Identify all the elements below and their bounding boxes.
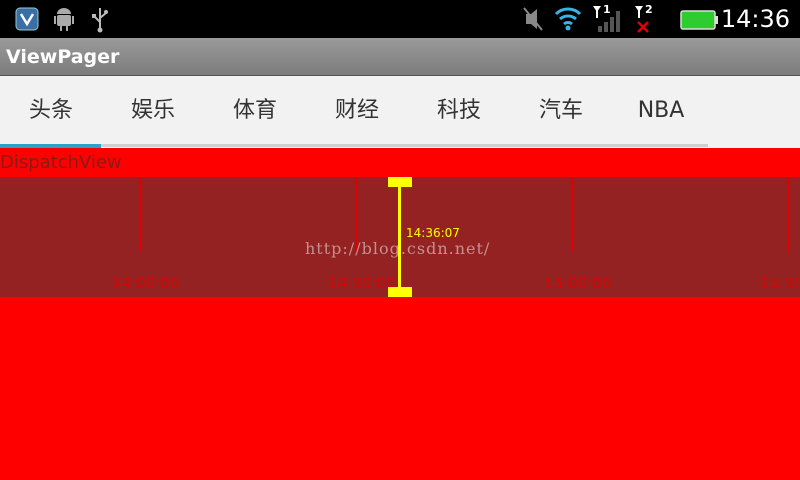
timeline-tick — [139, 177, 141, 252]
timeline-cursor-bottom-handle[interactable] — [388, 287, 412, 297]
tab-tiyu[interactable]: 体育 — [204, 76, 306, 148]
timeline-tick-label: 14:30:00 — [328, 274, 396, 292]
wifi-icon — [554, 7, 582, 31]
battery-icon — [680, 10, 718, 30]
timeline-cursor-line[interactable] — [398, 177, 401, 297]
tab-caijing[interactable]: 财经 — [306, 76, 408, 148]
signal2-label: 2 — [645, 3, 653, 16]
timeline-tick-label: 14:00:00 — [112, 274, 180, 292]
content-area — [0, 297, 800, 480]
timeline-cursor-top-handle[interactable] — [388, 177, 412, 187]
app-notification-icon — [15, 7, 39, 31]
timeline-tick-label: 15:00:00 — [544, 274, 612, 292]
action-bar: ViewPager — [0, 38, 800, 76]
signal1-label: 1 — [603, 3, 611, 16]
tab-nba[interactable]: NBA — [610, 76, 712, 148]
status-clock: 14:36 — [720, 5, 790, 33]
page-title: ViewPager — [6, 46, 120, 68]
silent-mode-icon — [523, 7, 543, 31]
usb-icon — [92, 8, 108, 33]
timeline-ruler[interactable]: 14:00:00 14:30:00 15:00:00 15:30:00 http… — [0, 177, 800, 297]
dispatch-view-label: DispatchView — [0, 152, 122, 173]
tab-qiche[interactable]: 汽车 — [510, 76, 612, 148]
timeline-tick — [787, 177, 789, 252]
android-debug-icon — [54, 8, 74, 31]
tab-keji[interactable]: 科技 — [408, 76, 510, 148]
tab-toutiao[interactable]: 头条 — [0, 76, 102, 148]
tab-yule[interactable]: 娱乐 — [102, 76, 204, 148]
tab-strip-divider — [0, 144, 708, 147]
timeline-tick-label: 15:30:00 — [760, 274, 800, 292]
timeline-tick — [571, 177, 573, 252]
tab-selected-indicator — [0, 144, 101, 148]
tab-strip: 头条 娱乐 体育 财经 科技 汽车 NBA — [0, 76, 800, 148]
status-bar: 1 2 14:36 — [0, 0, 800, 38]
timeline-cursor-time: 14:36:07 — [406, 226, 460, 240]
